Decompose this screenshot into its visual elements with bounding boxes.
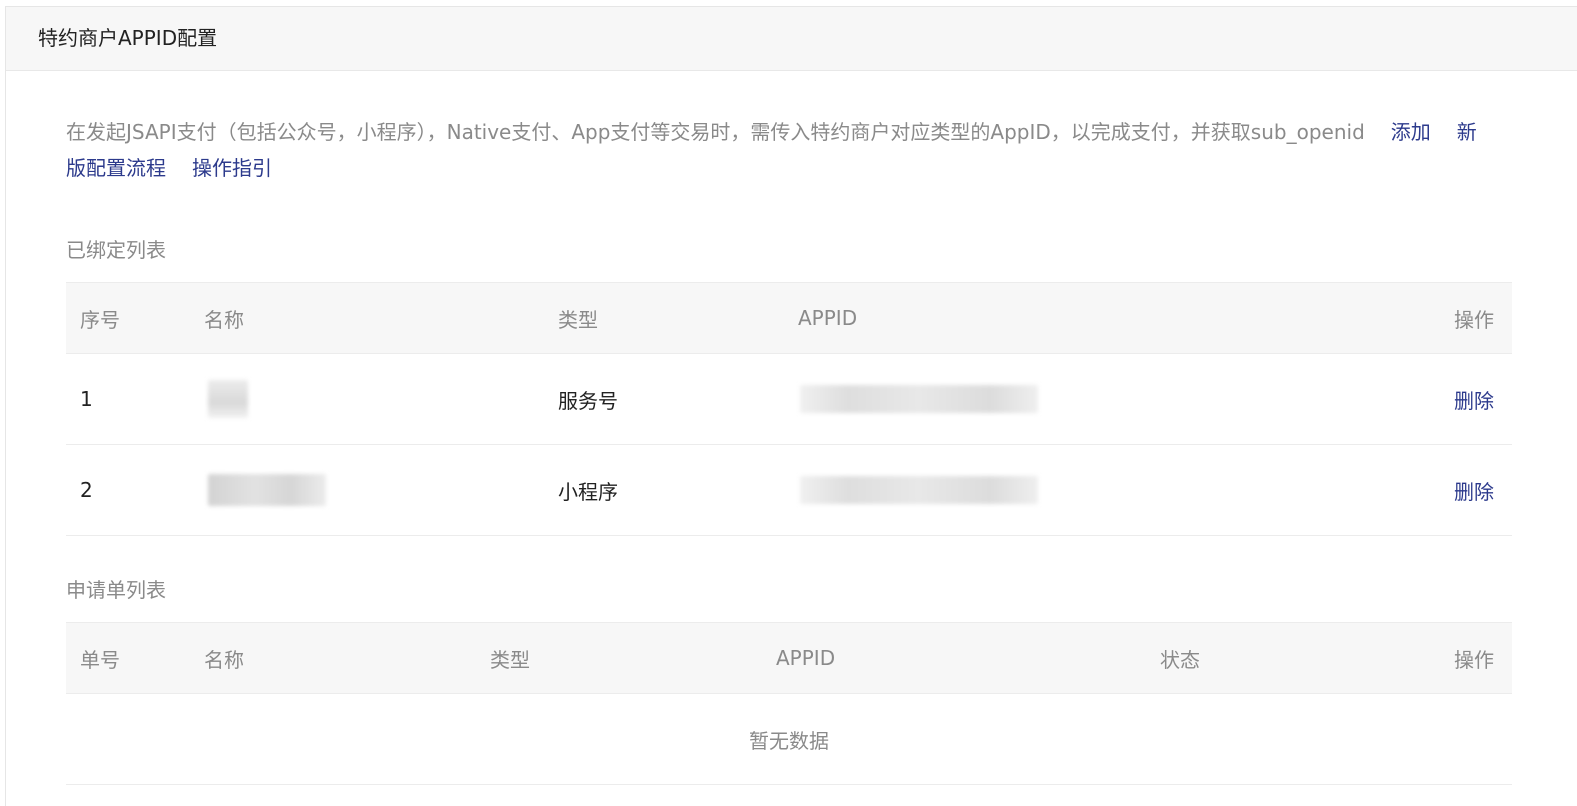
add-link[interactable]: 添加 xyxy=(1391,120,1431,144)
col-type: 类型 xyxy=(558,282,798,354)
col-type: 类型 xyxy=(490,622,776,694)
col-status: 状态 xyxy=(1160,622,1320,694)
row-appid xyxy=(798,353,1318,445)
bound-list-table: 序号 名称 类型 APPID 操作 1 服务号 删除 2 小程序 删除 xyxy=(66,282,1512,536)
col-index: 序号 xyxy=(66,282,204,354)
bound-list-header-row: 序号 名称 类型 APPID 操作 xyxy=(66,282,1512,354)
empty-state-text: 暂无数据 xyxy=(66,693,1512,785)
description: 在发起JSAPI支付（包括公众号，小程序），Native支付、App支付等交易时… xyxy=(66,114,1486,186)
col-appid: APPID xyxy=(776,622,1160,694)
row-type: 小程序 xyxy=(558,444,798,536)
row-name xyxy=(204,444,558,536)
application-list-title: 申请单列表 xyxy=(66,578,166,602)
redacted-appid xyxy=(800,385,1038,413)
table-row: 2 小程序 删除 xyxy=(66,444,1512,536)
operation-guide-link[interactable]: 操作指引 xyxy=(192,156,272,180)
row-index: 1 xyxy=(66,353,204,445)
col-action: 操作 xyxy=(1320,622,1512,694)
row-name xyxy=(204,353,558,445)
col-appid: APPID xyxy=(798,282,1318,354)
row-type: 服务号 xyxy=(558,353,798,445)
panel-title: 特约商户APPID配置 xyxy=(6,7,1577,71)
application-list-header-row: 单号 名称 类型 APPID 状态 操作 xyxy=(66,622,1512,694)
delete-link[interactable]: 删除 xyxy=(1454,389,1494,413)
description-text: 在发起JSAPI支付（包括公众号，小程序），Native支付、App支付等交易时… xyxy=(66,120,1365,144)
redacted-name xyxy=(208,474,326,506)
delete-link[interactable]: 删除 xyxy=(1454,480,1494,504)
row-appid xyxy=(798,444,1318,536)
redacted-appid xyxy=(800,476,1038,504)
table-row: 1 服务号 删除 xyxy=(66,353,1512,445)
col-action: 操作 xyxy=(1318,282,1512,354)
col-name: 名称 xyxy=(204,282,558,354)
application-list-table: 单号 名称 类型 APPID 状态 操作 暂无数据 xyxy=(66,622,1512,785)
empty-row: 暂无数据 xyxy=(66,693,1512,785)
bound-list-title: 已绑定列表 xyxy=(66,238,166,262)
redacted-name xyxy=(208,380,248,418)
row-index: 2 xyxy=(66,444,204,536)
col-name: 名称 xyxy=(204,622,490,694)
col-order-no: 单号 xyxy=(66,622,204,694)
